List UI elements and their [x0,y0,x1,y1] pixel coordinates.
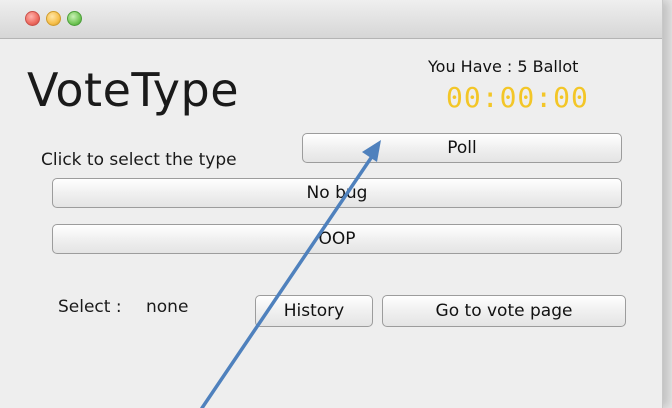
selection-value: none [146,297,189,317]
zoom-window-icon[interactable] [67,11,82,26]
timer-display: 00:00:00 [446,81,589,114]
app-title: VoteType [27,63,240,117]
app-window: VoteType You Have : 5 Ballot 00:00:00 Cl… [0,0,663,408]
no-bug-button[interactable]: No bug [52,178,622,208]
poll-button[interactable]: Poll [302,133,622,163]
close-window-icon[interactable] [25,11,40,26]
ballot-count-label: You Have : 5 Ballot [428,57,579,76]
minimize-window-icon[interactable] [46,11,61,26]
go-to-vote-page-button[interactable]: Go to vote page [382,295,626,327]
history-button[interactable]: History [255,295,373,327]
window-content: VoteType You Have : 5 Ballot 00:00:00 Cl… [0,39,662,408]
oop-button[interactable]: OOP [52,224,622,254]
select-type-prompt: Click to select the type [41,150,237,170]
title-bar [0,0,662,39]
selection-label: Select : [58,297,122,317]
